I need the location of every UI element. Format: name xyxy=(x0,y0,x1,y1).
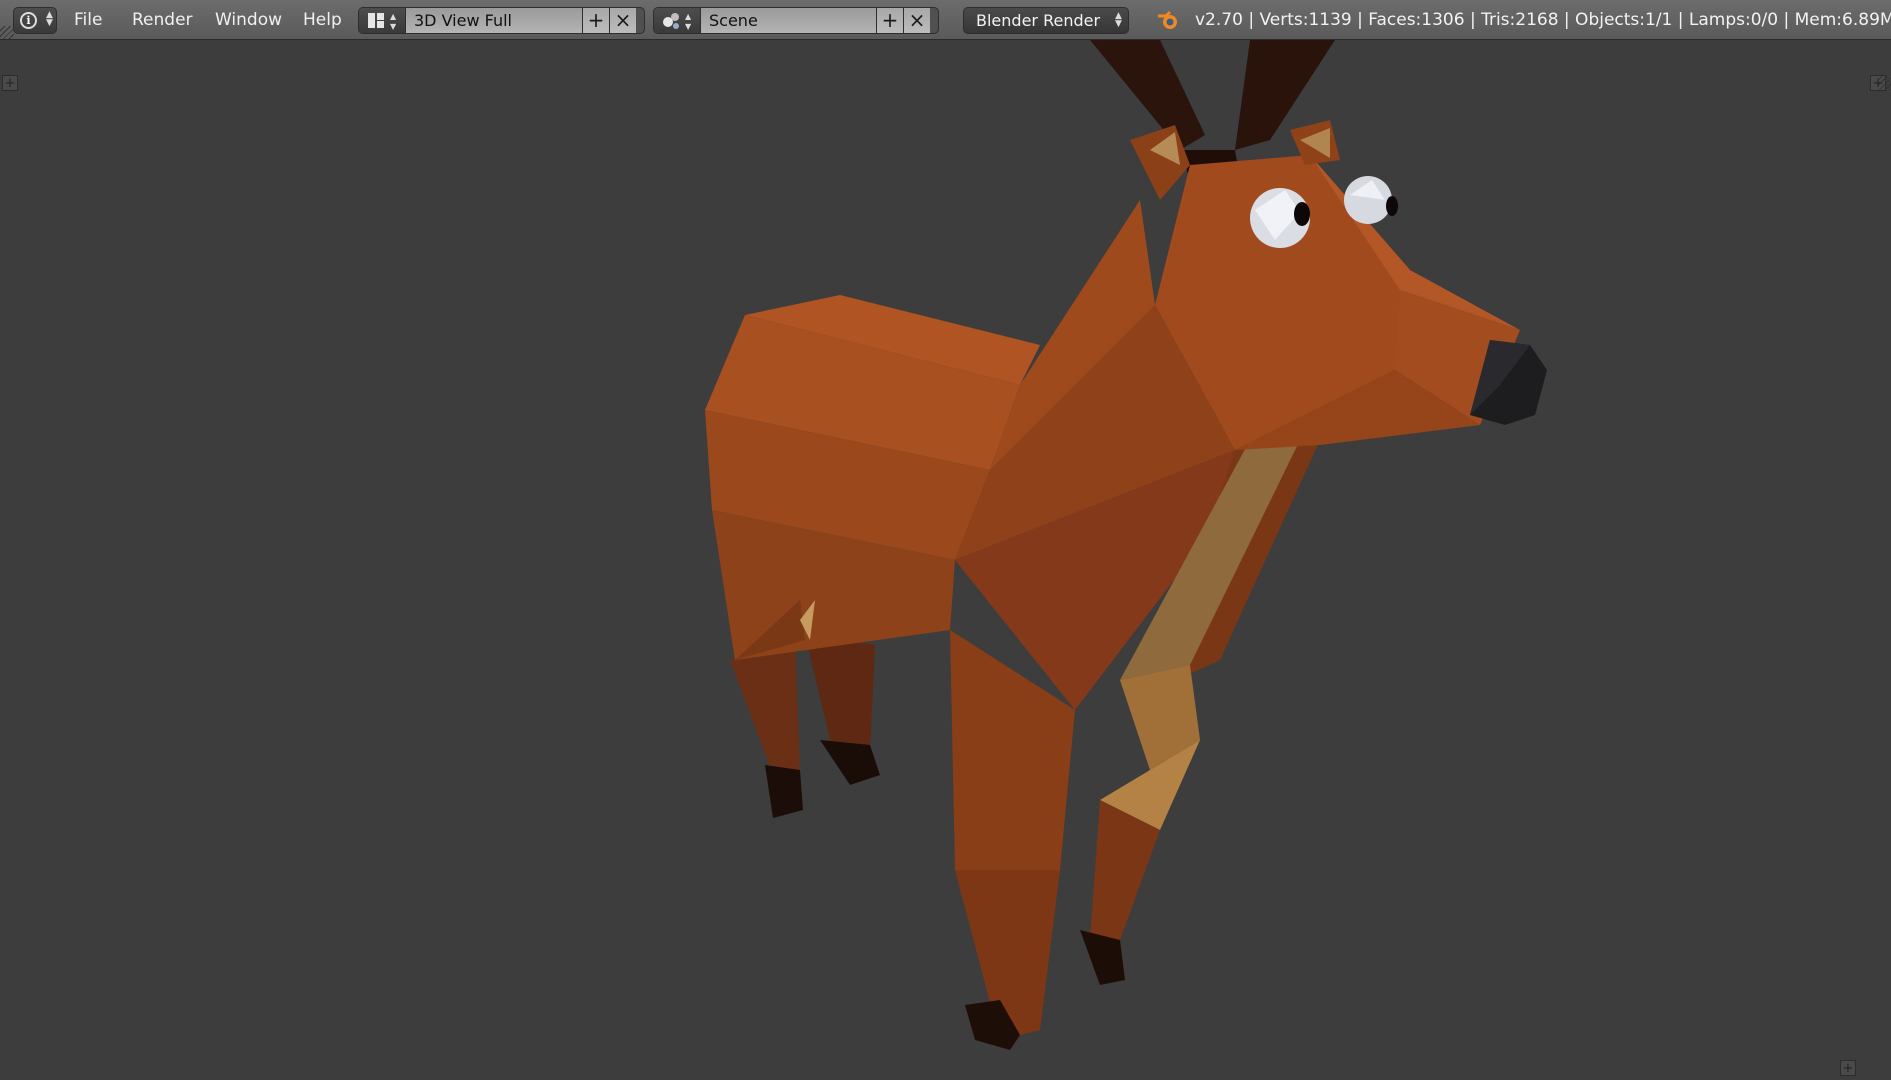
editor-type-selector[interactable]: i ▲ ▼ xyxy=(13,7,57,34)
updown-arrows-icon: ▲ ▼ xyxy=(46,10,53,28)
scene-selector[interactable]: ▲ ▼ Scene + × xyxy=(653,7,939,34)
menu-help[interactable]: Help xyxy=(303,10,342,30)
add-scene-button[interactable]: + xyxy=(876,8,903,33)
close-icon: × xyxy=(908,8,926,32)
back-legs xyxy=(730,635,880,818)
svg-text:▲: ▲ xyxy=(685,12,692,21)
svg-text:▼: ▼ xyxy=(685,22,692,31)
info-icon: i xyxy=(20,12,37,29)
scene-spheres-icon: ▲ ▼ xyxy=(663,12,692,31)
layout-grid-icon: ▲ ▼ xyxy=(368,12,397,31)
delete-layout-button[interactable]: × xyxy=(609,8,636,33)
screen-layout-name-field[interactable]: 3D View Full xyxy=(406,8,582,33)
render-engine-dropdown[interactable]: Blender Render ▲ ▼ xyxy=(963,7,1129,34)
3d-viewport[interactable]: + + + xyxy=(0,40,1891,1080)
delete-scene-button[interactable]: × xyxy=(903,8,930,33)
render-engine-label: Blender Render xyxy=(976,11,1101,30)
blender-logo-icon xyxy=(1158,10,1177,29)
updown-arrows-icon: ▲ ▼ xyxy=(1115,11,1122,29)
svg-text:▼: ▼ xyxy=(390,22,397,31)
menu-file[interactable]: File xyxy=(74,10,102,30)
add-layout-button[interactable]: + xyxy=(582,8,609,33)
menu-render[interactable]: Render xyxy=(132,10,193,30)
menu-window[interactable]: Window xyxy=(215,10,282,30)
scene-name-field[interactable]: Scene xyxy=(701,8,876,33)
top-header-bar: i ▲ ▼ File Render Window Help ▲ ▼ 3D View… xyxy=(0,0,1891,40)
svg-text:▲: ▲ xyxy=(390,12,397,21)
scene-icon[interactable]: ▲ ▼ xyxy=(654,8,701,33)
screen-layout-selector[interactable]: ▲ ▼ 3D View Full + × xyxy=(358,7,645,34)
add-icon: + xyxy=(587,8,605,32)
add-icon: + xyxy=(881,8,899,32)
deer-3d-model[interactable] xyxy=(0,40,1891,1080)
scene-statistics: v2.70 | Verts:1139 | Faces:1306 | Tris:2… xyxy=(1195,10,1891,30)
screen-layout-icon[interactable]: ▲ ▼ xyxy=(359,8,406,33)
close-icon: × xyxy=(614,8,632,32)
area-split-corner[interactable] xyxy=(0,26,14,40)
